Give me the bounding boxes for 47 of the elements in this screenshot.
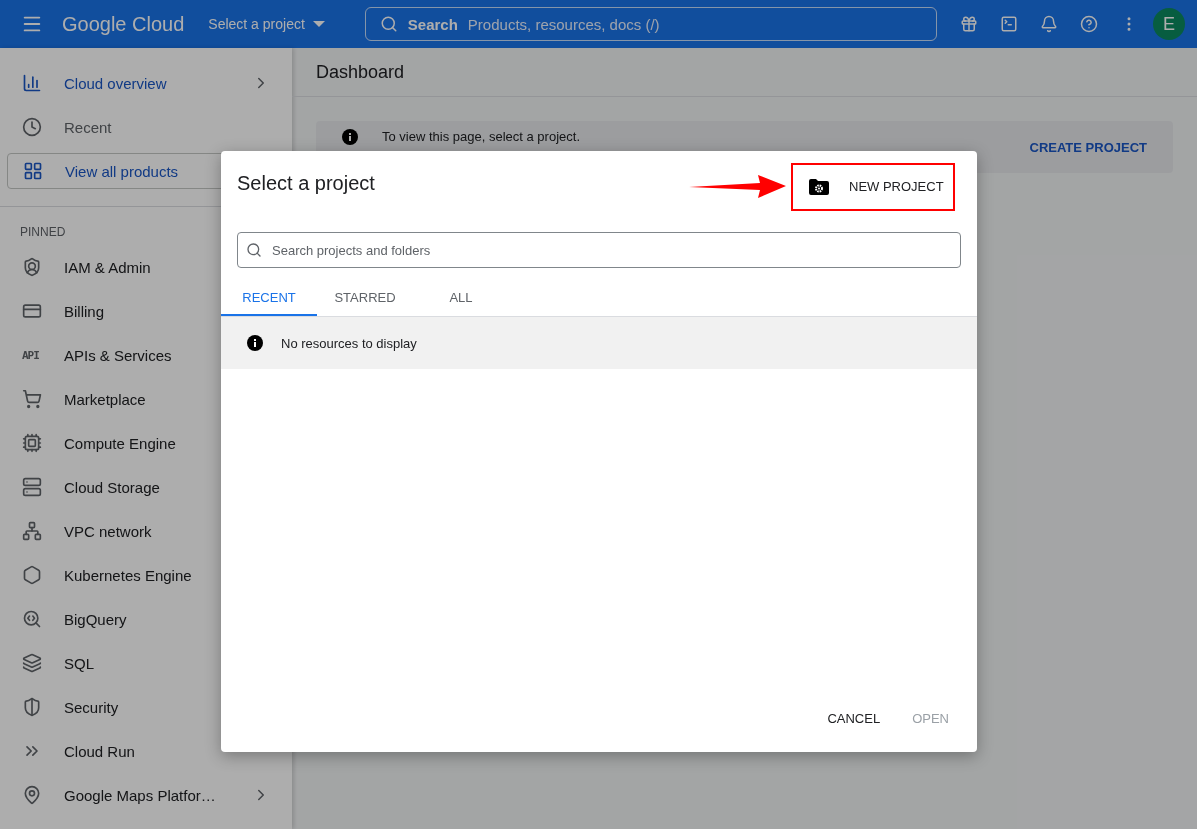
hexagon-icon [22,565,42,585]
cart-icon [22,389,42,409]
server-icon [22,477,42,497]
info-icon [247,335,263,351]
empty-message: No resources to display [281,335,417,351]
credit-card-icon [22,301,42,321]
project-picker[interactable]: Select a project [208,16,325,32]
sidebar-item[interactable]: Google Maps Platfor… [0,773,292,817]
sidebar-item[interactable]: Recent [0,105,292,149]
sidebar-item[interactable]: Security [0,685,292,729]
sidebar-item[interactable]: SQL [0,641,292,685]
folder-gear-icon [809,178,829,195]
clock-icon [22,117,42,137]
avatar[interactable]: E [1153,8,1185,40]
sidebar-item[interactable]: Compute Engine [0,421,292,465]
chip-icon [22,433,42,453]
sidebar-item[interactable]: VPC network [0,509,292,553]
sidebar-item[interactable]: Marketplace [0,377,292,421]
sidebar-item[interactable]: Kubernetes Engine [0,553,292,597]
page-title: Dashboard [316,61,405,83]
project-search-box[interactable]: Search projects and folders [237,232,961,268]
layers-icon [22,653,42,673]
dialog-button[interactable]: CANCEL [815,700,893,736]
create-project-link[interactable]: CREATE PROJECT [1029,139,1147,155]
grid-icon [23,161,43,181]
caret-icon [312,20,325,28]
api-icon: API [22,348,42,362]
sidebar-item[interactable]: Cloud Storage [0,465,292,509]
sidebar-item[interactable]: Cloud overview [0,61,292,105]
banner-text: To view this page, select a project. [382,129,580,145]
sidebar-item[interactable]: BigQuery [0,597,292,641]
shield-icon [22,697,42,717]
search-field[interactable]: Search Products, resources, docs (/) [364,7,937,41]
logo-text: Google Cloud [62,12,185,36]
search-icon [379,15,398,33]
map-pin-icon [22,785,42,805]
sidebar-item[interactable]: Cloud Run [0,729,292,773]
network-icon [22,521,42,541]
search-icon [246,242,262,258]
info-icon [342,129,358,145]
tab[interactable]: STARRED [317,280,413,316]
search-label: Search [407,15,458,33]
section-label: PINNED [19,224,67,241]
search-placeholder: Products, resources, docs (/) [467,15,660,33]
tab[interactable]: ALL [413,280,509,316]
bar-chart-icon [22,73,42,93]
shield-user-icon [22,257,42,277]
